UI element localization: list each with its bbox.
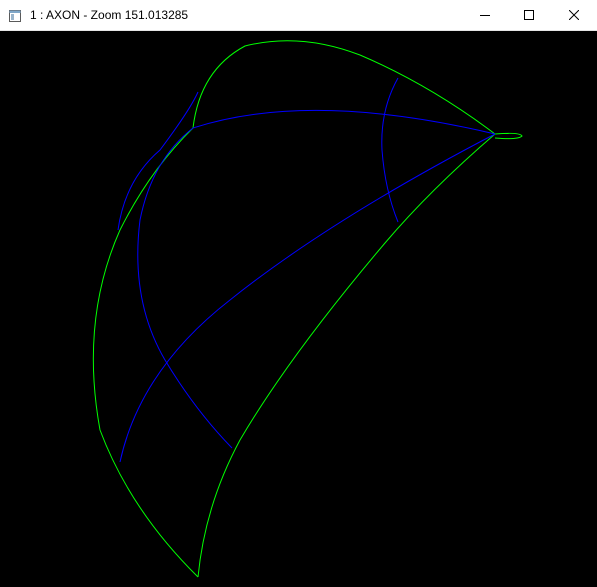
- app-window: 1 : AXON - Zoom 151.013285: [0, 0, 597, 587]
- outline-lower-boundary: [197, 133, 496, 578]
- isocurve-top-arc: [192, 109, 496, 135]
- render-viewport[interactable]: [0, 31, 597, 587]
- wireframe-canvas: [92, 40, 523, 578]
- outline-tip-loop: [494, 132, 523, 140]
- isocurve-right-arc: [381, 77, 399, 223]
- isocurve-diagonal: [119, 133, 496, 463]
- isocurve-upper-left-stroke: [117, 91, 199, 231]
